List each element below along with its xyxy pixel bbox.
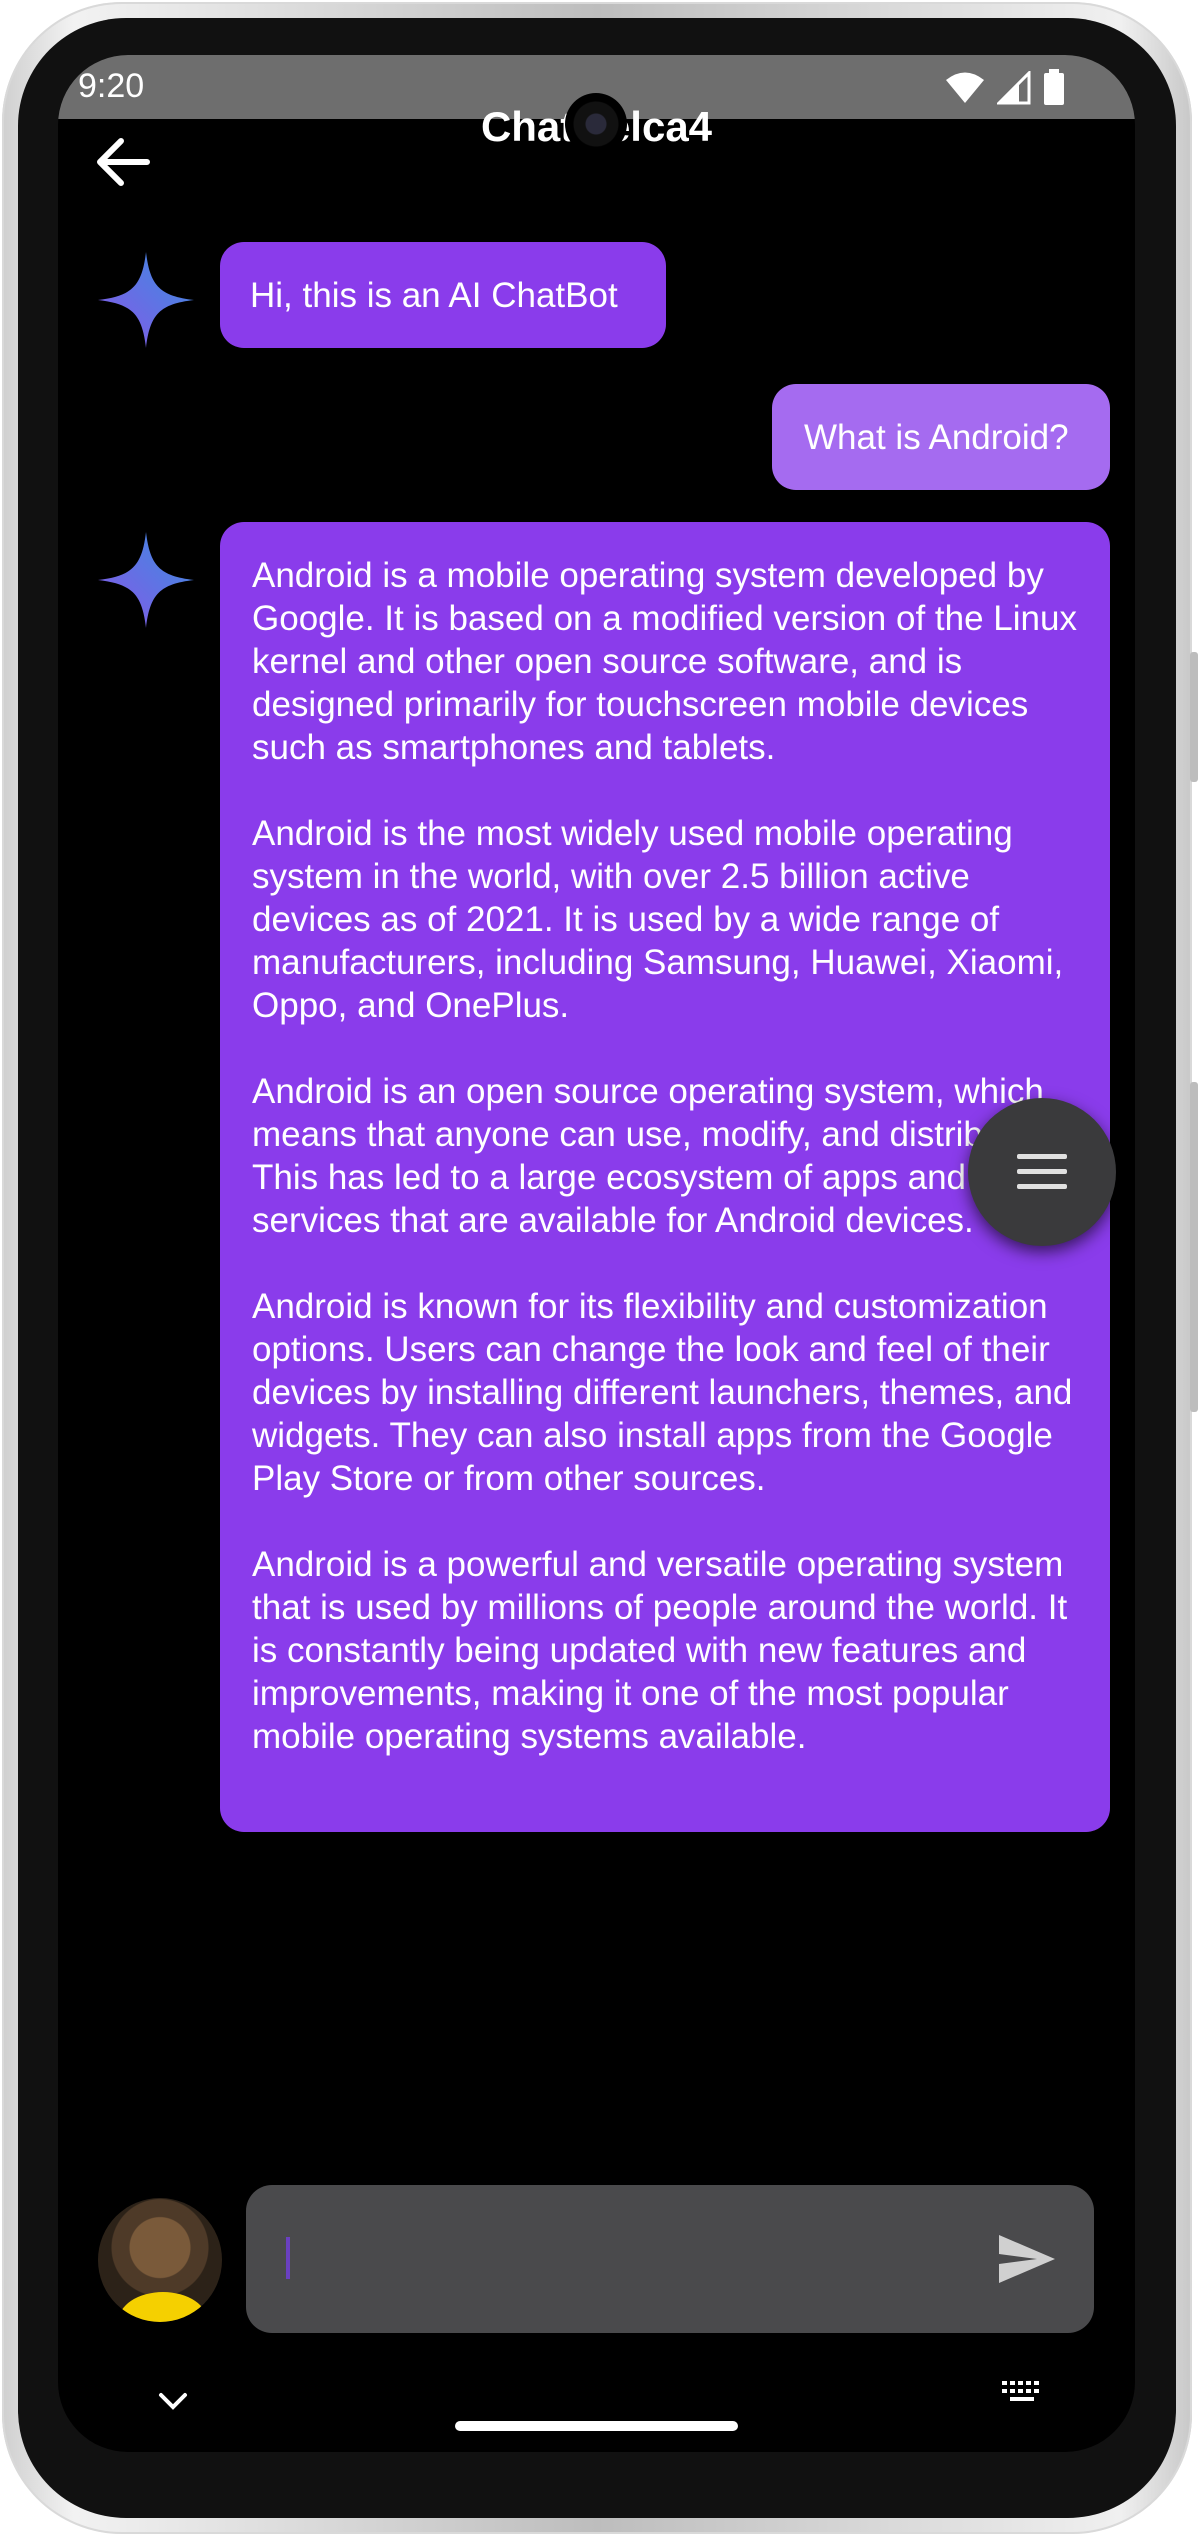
screen: 9:20 ChatGelca4: [58, 55, 1135, 2452]
message-paragraph: Android is a powerful and versatile oper…: [252, 1545, 1068, 1756]
status-icons: [945, 69, 1065, 105]
avatar-detail: [118, 2292, 208, 2322]
signal-icon: [997, 71, 1031, 105]
wifi-icon: [946, 72, 984, 103]
message-paragraph: Android is an open source operating syst…: [252, 1072, 1069, 1240]
side-button: [1190, 1082, 1198, 1412]
send-button[interactable]: [991, 2225, 1063, 2293]
user-message: What is Android?: [772, 384, 1110, 490]
menu-fab[interactable]: [968, 1098, 1116, 1246]
keyboard-icon[interactable]: [998, 2375, 1048, 2415]
message-paragraph: Android is a mobile operating system dev…: [252, 556, 1077, 767]
text-caret: [286, 2237, 290, 2279]
sparkle-icon: [98, 532, 194, 628]
message-paragraph: Android is the most widely used mobile o…: [252, 814, 1064, 1025]
message-paragraph: Android is known for its flexibility and…: [252, 1287, 1073, 1498]
avatar[interactable]: [98, 2198, 222, 2322]
message-composer: [246, 2185, 1094, 2333]
sparkle-icon: [98, 252, 194, 348]
status-time: 9:20: [78, 67, 145, 105]
message-input[interactable]: [278, 2225, 962, 2295]
battery-icon: [1044, 69, 1064, 105]
send-icon: [999, 2235, 1055, 2283]
volume-button: [1190, 652, 1198, 782]
bot-message: Hi, this is an AI ChatBot: [220, 242, 666, 348]
front-camera: [565, 93, 627, 155]
home-indicator[interactable]: [455, 2421, 738, 2431]
menu-icon: [1017, 1154, 1067, 1189]
chevron-down-icon[interactable]: [148, 2381, 198, 2421]
